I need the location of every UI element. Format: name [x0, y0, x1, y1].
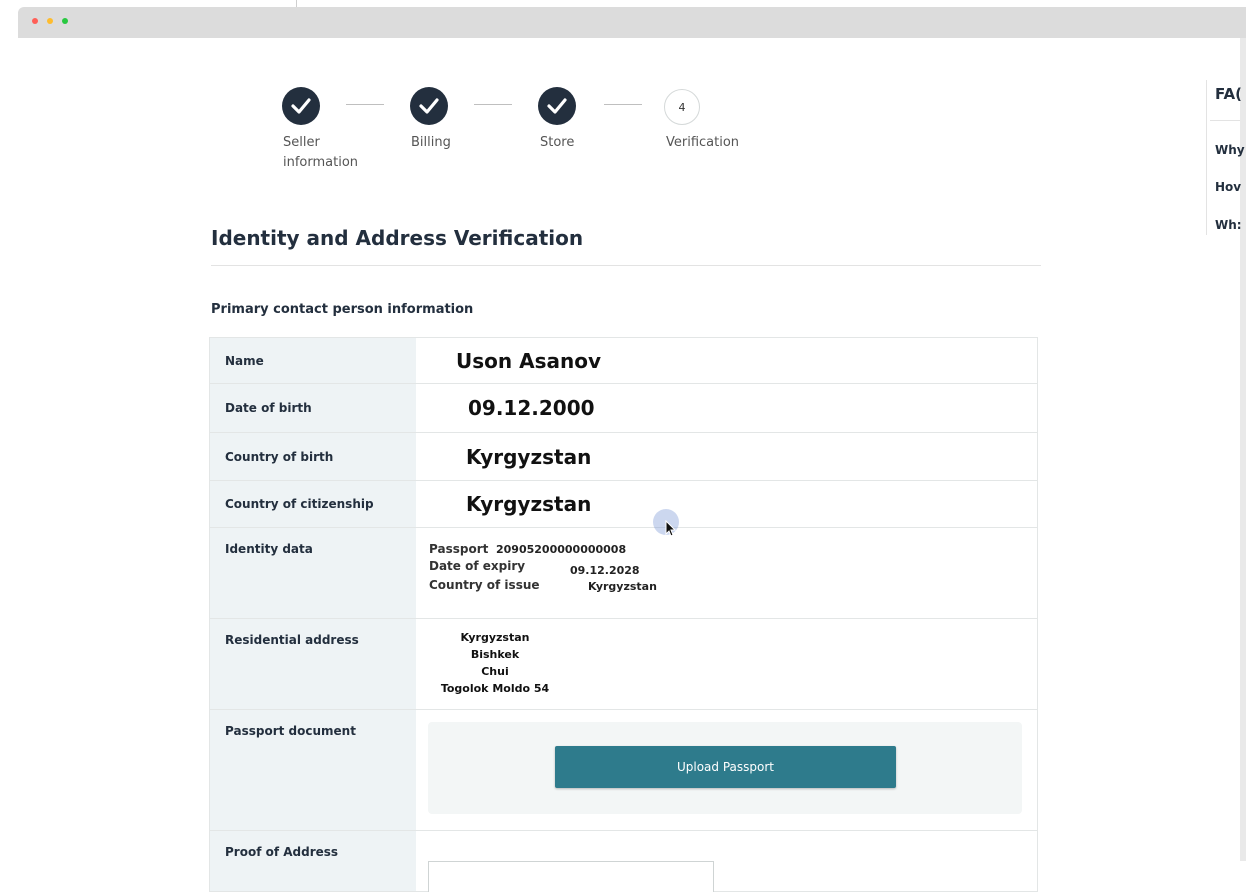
step-label-billing[interactable]: Billing [411, 133, 451, 153]
address-line: Bishkek [470, 648, 520, 661]
scrollbar-track[interactable] [1240, 38, 1246, 861]
date-of-expiry-label: Date of expiry [429, 559, 526, 573]
country-of-citizenship-value: Kyrgyzstan [466, 492, 592, 516]
contact-info-table: Name Uson Asanov Date of birth 09.12.200… [209, 337, 1038, 892]
upload-panel: Upload Passport [428, 722, 1022, 814]
step-1-complete-indicator [282, 87, 320, 125]
mouse-pointer-icon [665, 520, 677, 537]
country-of-birth-value: Kyrgyzstan [466, 444, 592, 469]
row-label: Passport document [210, 710, 416, 830]
faq-title: FA( [1215, 85, 1242, 103]
table-row-country-of-citizenship: Country of citizenship Kyrgyzstan [210, 481, 1037, 528]
passport-number-value: 20905200000000008 [496, 543, 627, 556]
faq-item-link[interactable]: Why [1215, 143, 1245, 157]
row-value-cell: 09.12.2000 [416, 384, 1037, 432]
window-maximize-dot[interactable] [62, 18, 68, 24]
step-label-line: information [283, 155, 359, 170]
check-icon [547, 98, 567, 114]
check-icon [291, 98, 311, 114]
step-2-complete-indicator [410, 87, 448, 125]
check-icon [419, 98, 439, 114]
row-value-cell: Upload Passport [416, 710, 1037, 830]
row-value-cell: Kyrgyzstan [416, 481, 1037, 527]
table-row-identity-data: Identity data Passport 20905200000000008… [210, 528, 1037, 619]
address-line: Togolok Moldo 54 [440, 682, 550, 695]
upload-passport-button[interactable]: Upload Passport [555, 746, 896, 788]
name-value: Uson Asanov [456, 348, 601, 373]
step-connector [346, 104, 384, 105]
row-label: Proof of Address [210, 831, 416, 891]
row-label: Date of birth [210, 384, 416, 432]
row-value-cell [416, 831, 1037, 892]
table-row-date-of-birth: Date of birth 09.12.2000 [210, 384, 1037, 433]
step-label-store[interactable]: Store [540, 133, 574, 153]
row-value-cell: Kyrgyzstan [416, 433, 1037, 480]
row-value-cell: Kyrgyzstan Bishkek Chui Togolok Moldo 54 [416, 619, 1037, 709]
step-label-verification: Verification [666, 135, 740, 150]
step-3-complete-indicator [538, 87, 576, 125]
table-row-name: Name Uson Asanov [210, 338, 1037, 384]
row-label: Name [210, 338, 416, 383]
faq-item-link[interactable]: Hov [1215, 180, 1241, 194]
row-value-cell: Passport 20905200000000008 Date of expir… [416, 528, 1037, 618]
faq-item-link[interactable]: Wh: [1215, 218, 1242, 232]
browser-titlebar [18, 7, 1246, 38]
faq-divider [1210, 120, 1240, 121]
row-label: Identity data [210, 528, 416, 618]
date-of-birth-value: 09.12.2000 [468, 396, 595, 420]
faq-panel-border [1206, 80, 1207, 235]
row-value-cell: Uson Asanov [416, 338, 1037, 383]
table-row-proof-of-address: Proof of Address [210, 831, 1037, 892]
page-title: Identity and Address Verification [211, 226, 584, 250]
title-divider [211, 265, 1041, 266]
step-label-seller-information[interactable]: Seller information [283, 133, 358, 173]
step-connector [604, 104, 642, 105]
row-label: Country of citizenship [210, 481, 416, 527]
table-row-passport-document: Passport document Upload Passport [210, 710, 1037, 831]
date-of-expiry-value: 09.12.2028 [570, 564, 640, 577]
row-label: Residential address [210, 619, 416, 709]
section-title: Primary contact person information [211, 302, 474, 317]
address-line: Kyrgyzstan [460, 631, 530, 644]
address-block: Kyrgyzstan Bishkek Chui Togolok Moldo 54 [430, 629, 560, 697]
step-4-number: 4 [664, 89, 700, 125]
country-of-issue-value: Kyrgyzstan [588, 580, 657, 593]
proof-of-address-upload-field[interactable] [428, 861, 714, 892]
address-line: Chui [481, 665, 509, 678]
divider [296, 0, 297, 7]
passport-label: Passport [429, 542, 489, 556]
table-row-residential-address: Residential address Kyrgyzstan Bishkek C… [210, 619, 1037, 710]
step-label-line: Seller [283, 135, 320, 150]
step-connector [474, 104, 512, 105]
row-label: Country of birth [210, 433, 416, 480]
country-of-issue-label: Country of issue [429, 578, 540, 592]
window-minimize-dot[interactable] [47, 18, 53, 24]
table-row-country-of-birth: Country of birth Kyrgyzstan [210, 433, 1037, 481]
window-close-dot[interactable] [32, 18, 38, 24]
